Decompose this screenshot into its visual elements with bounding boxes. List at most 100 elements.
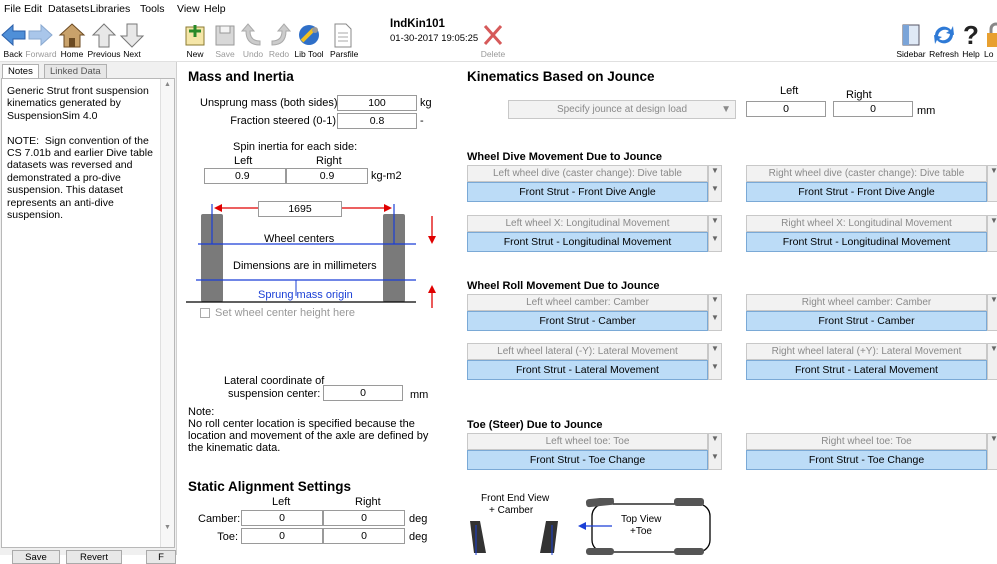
chevron-down-icon[interactable]: ▼ [987, 294, 997, 331]
chevron-down-icon[interactable]: ▼ ▼ [708, 343, 722, 380]
refresh-label: Refresh [929, 49, 959, 59]
right-camber-header[interactable]: Right wheel camber: Camber [746, 294, 987, 311]
chevron-down-icon[interactable]: ▼ ▼ [708, 165, 722, 202]
question-mark-icon: ? [963, 20, 979, 50]
back-button[interactable]: Back [1, 17, 26, 62]
parsfile-button[interactable]: Parsfile [330, 17, 359, 62]
menu-tools[interactable]: Tools [140, 3, 165, 15]
lateral-label-2: suspension center: [228, 388, 321, 400]
spin-inertia-right-input[interactable]: 0.9 [286, 168, 368, 184]
tab-notes[interactable]: Notes [2, 64, 39, 79]
right-dive-select[interactable]: Front Strut - Front Dive Angle [746, 182, 987, 202]
chevron-down-icon[interactable]: ▼ ▼ [708, 433, 722, 470]
right-camber-select[interactable]: Front Strut - Camber [746, 311, 987, 331]
jounce-left-input[interactable]: 0 [746, 101, 826, 117]
left-camber-select[interactable]: Front Strut - Camber [467, 311, 708, 331]
undo-label: Undo [242, 49, 264, 59]
menu-file[interactable]: File [4, 3, 21, 15]
sidebar-button[interactable]: Sidebar [896, 17, 926, 62]
lateral-coordinate-input[interactable]: 0 [323, 385, 403, 401]
jounce-right-input[interactable]: 0 [833, 101, 913, 117]
tab-linked-data[interactable]: Linked Data [44, 64, 107, 79]
static-left-label: Left [272, 496, 291, 508]
left-camber-header[interactable]: Left wheel camber: Camber [467, 294, 708, 311]
jounce-unit: mm [917, 105, 936, 117]
dataset-name: IndKin101 [390, 18, 445, 30]
chevron-down-icon[interactable]: ▼ [987, 215, 997, 252]
track-width-input[interactable]: 1695 [258, 201, 342, 217]
chevron-down-icon[interactable]: ▼ ▼ [708, 294, 722, 331]
f-button[interactable]: F [146, 550, 176, 564]
left-x-select[interactable]: Front Strut - Longitudinal Movement [467, 232, 708, 252]
menu-view[interactable]: View [177, 3, 200, 15]
next-button[interactable]: Next [119, 17, 145, 62]
delete-label: Delete [480, 49, 506, 59]
lock-button[interactable]: Lo [984, 17, 997, 62]
menu-libraries[interactable]: Libraries [90, 3, 130, 15]
left-toe-header[interactable]: Left wheel toe: Toe [467, 433, 708, 450]
right-toe-header[interactable]: Right wheel toe: Toe [746, 433, 987, 450]
camber-right-input[interactable]: 0 [323, 510, 405, 526]
note-title: Note: [188, 406, 215, 418]
home-label: Home [60, 49, 84, 59]
lib-tool-button[interactable]: Lib Tool [294, 17, 324, 62]
notes-textarea[interactable]: Generic Strut front suspension kinematic… [1, 78, 175, 548]
forward-button[interactable]: Forward [24, 17, 58, 62]
chevron-down-icon[interactable]: ▼ [987, 165, 997, 202]
jounce-select[interactable]: Specify jounce at design load ▼ [508, 100, 736, 119]
undo-button[interactable]: Undo [240, 17, 264, 62]
unsprung-mass-input[interactable]: 100 [337, 95, 417, 111]
toe-left-input[interactable]: 0 [241, 528, 323, 544]
parsfile-label: Parsfile [330, 49, 359, 59]
home-button[interactable]: Home [58, 17, 86, 62]
refresh-icon [934, 26, 954, 44]
save-notes-button[interactable]: Save [12, 550, 60, 564]
delete-x-icon [483, 25, 503, 45]
scroll-up-icon[interactable]: ▲ [164, 81, 171, 88]
left-dive-select[interactable]: Front Strut - Front Dive Angle [467, 182, 708, 202]
left-x-header[interactable]: Left wheel X: Longitudinal Movement [467, 215, 708, 232]
right-x-header[interactable]: Right wheel X: Longitudinal Movement [746, 215, 987, 232]
right-lateral-select[interactable]: Front Strut - Lateral Movement [746, 360, 987, 380]
left-lateral-header[interactable]: Left wheel lateral (-Y): Lateral Movemen… [467, 343, 708, 360]
revert-button[interactable]: Revert [66, 550, 122, 564]
steered-unit: - [420, 115, 424, 127]
right-x-select[interactable]: Front Strut - Longitudinal Movement [746, 232, 987, 252]
help-label: Help [962, 49, 980, 59]
home-icon [58, 23, 86, 48]
right-dive-header[interactable]: Right wheel dive (caster change): Dive t… [746, 165, 987, 182]
set-height-checkbox[interactable] [200, 308, 210, 318]
camber-left-input[interactable]: 0 [241, 510, 323, 526]
menu-datasets[interactable]: Datasets [48, 3, 89, 15]
help-button[interactable]: ? Help [960, 17, 982, 62]
left-lateral-select[interactable]: Front Strut - Lateral Movement [467, 360, 708, 380]
right-lateral-header[interactable]: Right wheel lateral (+Y): Lateral Moveme… [746, 343, 987, 360]
left-toe-select[interactable]: Front Strut - Toe Change [467, 450, 708, 470]
toe-right-input[interactable]: 0 [323, 528, 405, 544]
save-toolbar-button[interactable]: Save [214, 17, 236, 62]
spin-left-label: Left [234, 155, 253, 167]
dimensions-label: Dimensions are in millimeters [233, 260, 377, 272]
up-arrow-icon [428, 285, 436, 293]
spin-inertia-left-input[interactable]: 0.9 [204, 168, 286, 184]
lock-label: Lo [984, 49, 994, 59]
redo-label: Redo [268, 49, 290, 59]
new-button[interactable]: New [184, 17, 206, 62]
right-toe-select[interactable]: Front Strut - Toe Change [746, 450, 987, 470]
jounce-select-value: Specify jounce at design load [556, 104, 688, 115]
right-tire-front-shape [540, 521, 558, 553]
notes-scrollbar[interactable]: ▲ ▼ [160, 79, 174, 547]
menu-bar: File Edit Datasets Libraries Tools View … [0, 0, 997, 17]
left-dive-header[interactable]: Left wheel dive (caster change): Dive ta… [467, 165, 708, 182]
redo-button[interactable]: Redo [268, 17, 292, 62]
toe-label: Toe: [217, 531, 238, 543]
menu-edit[interactable]: Edit [24, 3, 42, 15]
fraction-steered-input[interactable]: 0.8 [337, 113, 417, 129]
delete-button[interactable]: Delete [478, 17, 508, 62]
chevron-down-icon[interactable]: ▼ [987, 433, 997, 470]
chevron-down-icon[interactable]: ▼ ▼ [708, 215, 722, 252]
static-right-label: Right [355, 496, 381, 508]
scroll-down-icon[interactable]: ▼ [164, 524, 171, 531]
chevron-down-icon[interactable]: ▼ [987, 343, 997, 380]
menu-help[interactable]: Help [204, 3, 226, 15]
